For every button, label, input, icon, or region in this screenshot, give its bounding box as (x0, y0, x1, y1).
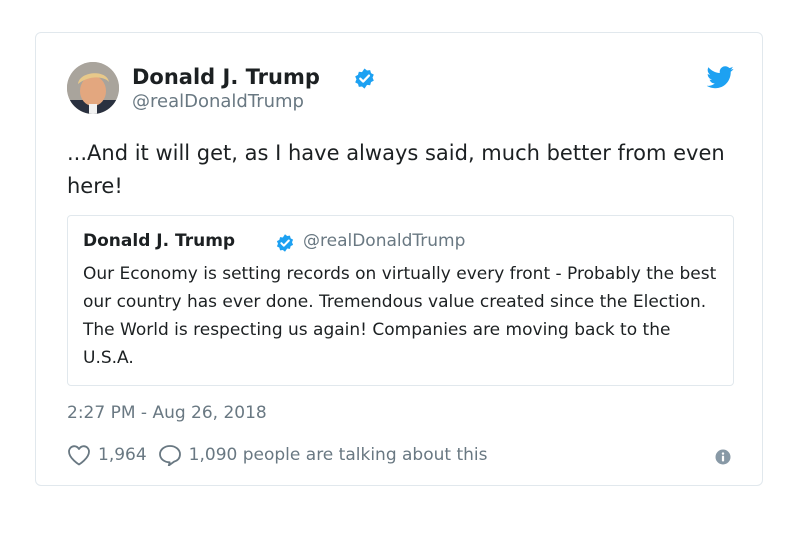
author-handle[interactable]: @realDonaldTrump (132, 91, 304, 113)
quoted-author-handle: @realDonaldTrump (303, 231, 466, 251)
author-avatar[interactable] (67, 62, 119, 114)
tweet-text: ...And it will get, as I have always sai… (67, 141, 725, 198)
info-icon[interactable] (715, 449, 731, 465)
likes-count[interactable]: 1,964 (98, 445, 147, 465)
quoted-tweet-text: Our Economy is setting records on virtua… (83, 264, 717, 368)
quoted-tweet[interactable]: Donald J. Trump @realDonaldTrump Our Eco… (67, 215, 734, 386)
verified-badge-icon (355, 68, 374, 89)
heart-icon[interactable] (67, 444, 91, 466)
twitter-bird-icon[interactable] (707, 66, 734, 89)
quoted-author-name: Donald J. Trump (83, 231, 236, 251)
tweet-timestamp[interactable]: 2:27 PM - Aug 26, 2018 (67, 402, 267, 424)
tweet-actions: 1,964 1,090 people are talking about thi… (67, 441, 487, 469)
talking-about-link[interactable]: 1,090 people are talking about this (189, 445, 488, 465)
tweet-card[interactable]: Donald J. Trump @realDonaldTrump ...And … (35, 32, 763, 486)
author-name[interactable]: Donald J. Trump (132, 64, 320, 90)
speech-bubble-icon[interactable] (158, 444, 182, 466)
verified-badge-icon (276, 234, 294, 252)
